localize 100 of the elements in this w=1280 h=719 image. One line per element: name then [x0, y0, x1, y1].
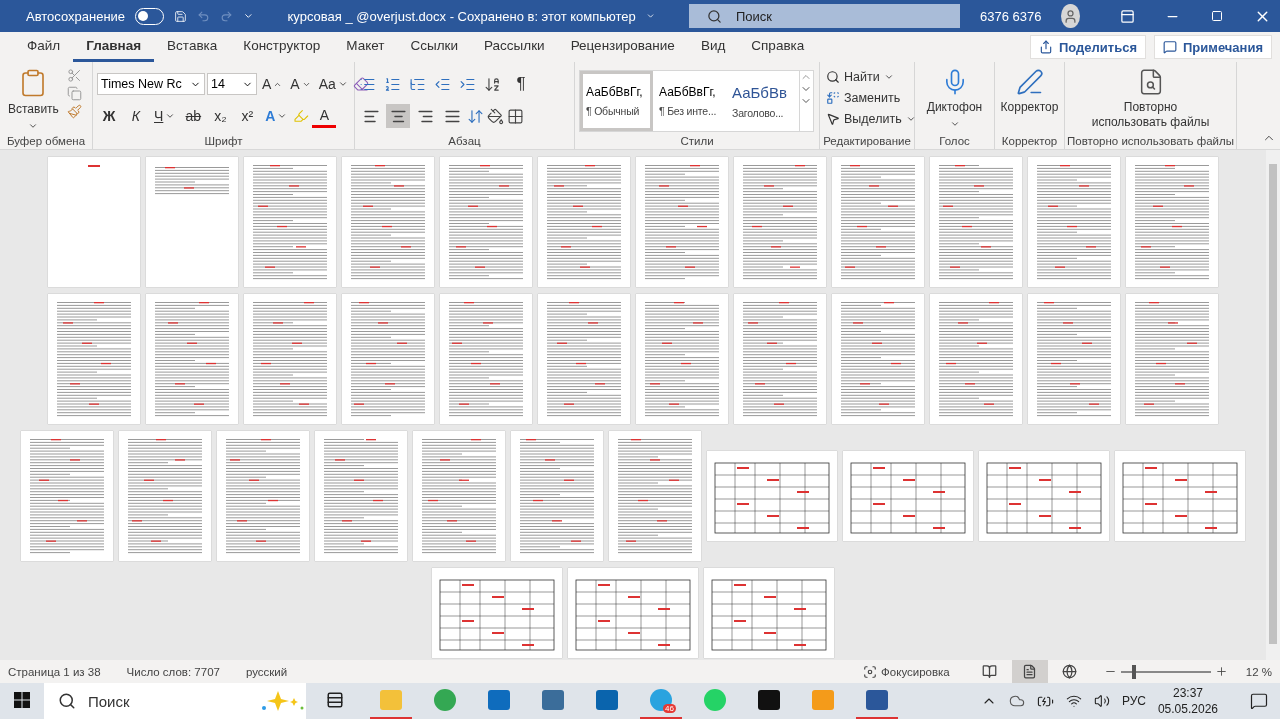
replace-icon	[826, 90, 840, 105]
dictate-button[interactable]: Диктофон	[922, 66, 987, 131]
app-icon	[702, 687, 728, 713]
replace-button[interactable]: Заменить	[824, 87, 918, 108]
volume-icon	[1093, 693, 1110, 709]
word-count[interactable]: Число слов: 7707	[126, 665, 220, 678]
clock-date[interactable]: 05.05.2026	[1157, 701, 1218, 717]
strikethrough-button[interactable]: ab	[181, 104, 206, 128]
view-button[interactable]	[1011, 660, 1048, 683]
cursor-icon	[826, 111, 840, 126]
highlighter-icon	[293, 108, 310, 124]
italic-button[interactable]: К	[124, 104, 148, 128]
group-label: Буфер обмена	[5, 134, 87, 149]
group-label: Редактирование	[824, 133, 910, 149]
copy-icon	[66, 86, 82, 101]
ribbon-tab[interactable]: Файл	[14, 32, 74, 62]
keyboard-language[interactable]: РУС	[1121, 694, 1146, 708]
caret-icon	[949, 119, 960, 129]
app-icon	[648, 687, 674, 713]
superscript-button[interactable]: x²	[235, 104, 260, 128]
change-case-button[interactable]: Aa	[315, 72, 351, 96]
search-field[interactable]: Поиск	[688, 4, 960, 28]
document-title: курсовая _ @overjust.docx - Сохранено в: этот компьютер	[287, 8, 636, 24]
caret-icon	[337, 79, 348, 89]
ribbon-tab[interactable]: Рецензирование	[557, 32, 688, 62]
reuse-files-button[interactable]: Повторно использовать файлы	[1085, 66, 1216, 132]
app-icon	[486, 687, 512, 713]
group-label: Повторно использовать файлы	[1069, 133, 1232, 149]
select-button[interactable]: Выделить	[824, 108, 918, 129]
ribbon-display-icon[interactable]	[1119, 8, 1135, 24]
underline-button[interactable]: Ч	[151, 104, 179, 128]
restore-icon[interactable]	[1211, 10, 1224, 22]
ribbon-tab[interactable]: Вид	[687, 32, 739, 62]
cloud-icon	[1008, 693, 1025, 709]
group-label: Шрифт	[203, 133, 244, 149]
share-button[interactable]: Поделиться	[1029, 35, 1146, 59]
app-icon	[864, 687, 890, 713]
group-label: Абзац	[447, 133, 482, 149]
ribbon-tab[interactable]: Ссылки	[397, 32, 472, 62]
page-icon	[1022, 664, 1038, 679]
app-icon	[378, 687, 404, 713]
focus-button[interactable]: Фокусировка	[863, 664, 950, 679]
align-button[interactable]	[386, 104, 410, 128]
group-label: Стили	[679, 133, 715, 149]
comment-icon	[1163, 40, 1177, 54]
cut-icon	[66, 68, 82, 83]
taskbar-search-field[interactable]: Поиск	[44, 683, 306, 719]
share-icon	[1038, 40, 1053, 54]
app-icon	[810, 687, 836, 713]
wifi-icon	[1065, 693, 1082, 709]
ribbon-tab[interactable]: Вставка	[154, 32, 231, 62]
borders-icon	[507, 107, 524, 125]
avatar-icon[interactable]	[1061, 4, 1080, 28]
format-painter-icon	[66, 104, 82, 119]
user-name: 6376 6376	[980, 8, 1042, 24]
style-item[interactable]: АаБбВвГг, ¶ Без инте...	[653, 71, 726, 131]
caret-icon	[165, 111, 176, 121]
pen-icon	[1015, 68, 1044, 96]
shrink-font-button[interactable]: A	[287, 72, 314, 96]
search-icon	[826, 69, 840, 84]
task-view-icon	[326, 691, 344, 709]
text-effects-button[interactable]: A	[262, 104, 291, 128]
subscript-button[interactable]: x₂	[208, 104, 233, 128]
shading-icon	[487, 107, 504, 125]
zoom-thumb[interactable]	[1132, 664, 1137, 679]
clock-time[interactable]: 23:37	[1172, 685, 1203, 701]
caret-icon	[28, 121, 39, 131]
app-icon	[594, 687, 620, 713]
search-placeholder: Поиск	[735, 8, 772, 24]
group-label: Голос	[938, 133, 971, 149]
app-icon	[540, 687, 566, 713]
editor-button[interactable]: Корректор	[996, 66, 1063, 117]
find-button[interactable]: Найти	[824, 66, 918, 87]
group-label: Корректор	[1000, 133, 1059, 149]
user-icon	[1063, 8, 1079, 24]
font-family-field[interactable]: Times New Rc	[97, 73, 205, 95]
app-icon	[756, 687, 782, 713]
ribbon-tab[interactable]: Справка	[738, 32, 818, 62]
comments-button[interactable]: Примечания	[1154, 35, 1272, 59]
search-icon	[706, 8, 722, 24]
bold-button[interactable]: Ж	[97, 104, 121, 128]
grow-font-button[interactable]: A	[259, 72, 286, 96]
ribbon-tab[interactable]: Макет	[333, 32, 398, 62]
ribbon-tab[interactable]: Рассылки	[471, 32, 558, 62]
autosave-label: Автосохранение	[26, 8, 126, 24]
font-size-field[interactable]: 14	[207, 73, 257, 95]
page-count[interactable]: Страница 1 из 38	[8, 665, 101, 678]
show-marks-button[interactable]: ¶	[509, 72, 533, 96]
focus-icon	[863, 664, 878, 679]
ribbon-tab[interactable]: Конструктор	[230, 32, 334, 62]
zoom-level[interactable]: 12 %	[1245, 665, 1272, 678]
scrollbar[interactable]	[1266, 150, 1280, 660]
paste-button[interactable]: Вставить	[4, 66, 63, 133]
language-label[interactable]: русский	[245, 665, 288, 678]
caret-icon	[277, 111, 288, 121]
style-item[interactable]: АаБбВвГг, ¶ Обычный	[580, 71, 653, 131]
font-color-button[interactable]: A	[312, 104, 337, 128]
ribbon-tab[interactable]: Главная	[73, 32, 155, 62]
style-item[interactable]: АаБбВв Заголово...	[726, 71, 799, 131]
notification-badge: 46	[663, 704, 676, 713]
